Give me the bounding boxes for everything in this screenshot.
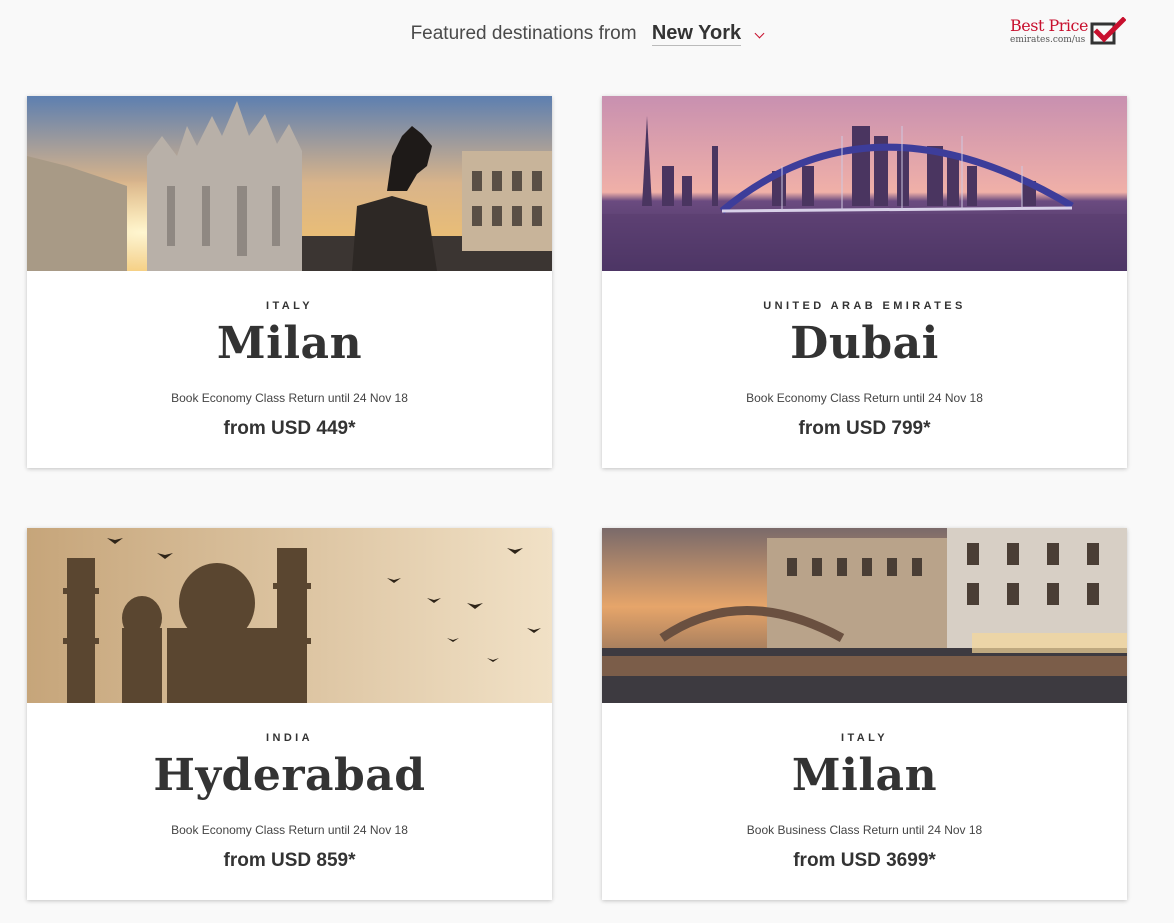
offer-description: Book Economy Class Return until 24 Nov 1… (746, 391, 983, 405)
offer-price: from USD 449* (223, 418, 356, 439)
page-header: Featured destinations from New York Best… (0, 0, 1174, 70)
offer-price: from USD 859* (223, 850, 356, 871)
destination-card-milan[interactable]: ITALY Milan Book Economy Class Return un… (27, 96, 552, 468)
best-price-logo[interactable]: Best Price emirates.com/us (1008, 17, 1128, 49)
featured-label: Featured destinations from (410, 22, 637, 44)
offer-description: Book Economy Class Return until 24 Nov 1… (171, 391, 408, 405)
best-price-title: Best Price (1010, 16, 1088, 35)
checkbox-tick-icon (1090, 17, 1126, 45)
offer-price: from USD 3699* (793, 850, 936, 871)
best-price-text: Best Price emirates.com/us (1010, 16, 1088, 46)
destination-name: Milan (791, 750, 938, 801)
featured-destinations-heading: Featured destinations from New York (0, 22, 1174, 46)
destination-name: Milan (216, 318, 363, 369)
destination-card-hyderabad[interactable]: INDIA Hyderabad Book Economy Class Retur… (27, 528, 552, 900)
offer-description: Book Economy Class Return until 24 Nov 1… (171, 823, 408, 837)
chevron-down-icon (754, 28, 765, 39)
origin-city-dropdown[interactable]: New York (651, 22, 765, 46)
offer-description: Book Business Class Return until 24 Nov … (746, 823, 983, 837)
destination-country: INDIA (266, 732, 313, 744)
offer-price: from USD 799* (798, 418, 931, 439)
origin-city-value: New York (651, 22, 742, 46)
destination-image-milan-canal (602, 528, 1127, 703)
destination-card-dubai[interactable]: UNITED ARAB EMIRATES Dubai Book Economy … (602, 96, 1127, 468)
destination-image-dubai-skyline (602, 96, 1127, 271)
destination-image-hyderabad-charminar (27, 528, 552, 703)
destination-image-milan-cathedral (27, 96, 552, 271)
destination-card-milan-business[interactable]: ITALY Milan Book Business Class Return u… (602, 528, 1127, 900)
destination-name: Hyderabad (153, 750, 426, 801)
destination-country: ITALY (266, 300, 313, 312)
destination-country: ITALY (841, 732, 888, 744)
best-price-url: emirates.com/us (1010, 35, 1086, 45)
destination-name: Dubai (790, 318, 939, 369)
destination-country: UNITED ARAB EMIRATES (763, 300, 966, 312)
